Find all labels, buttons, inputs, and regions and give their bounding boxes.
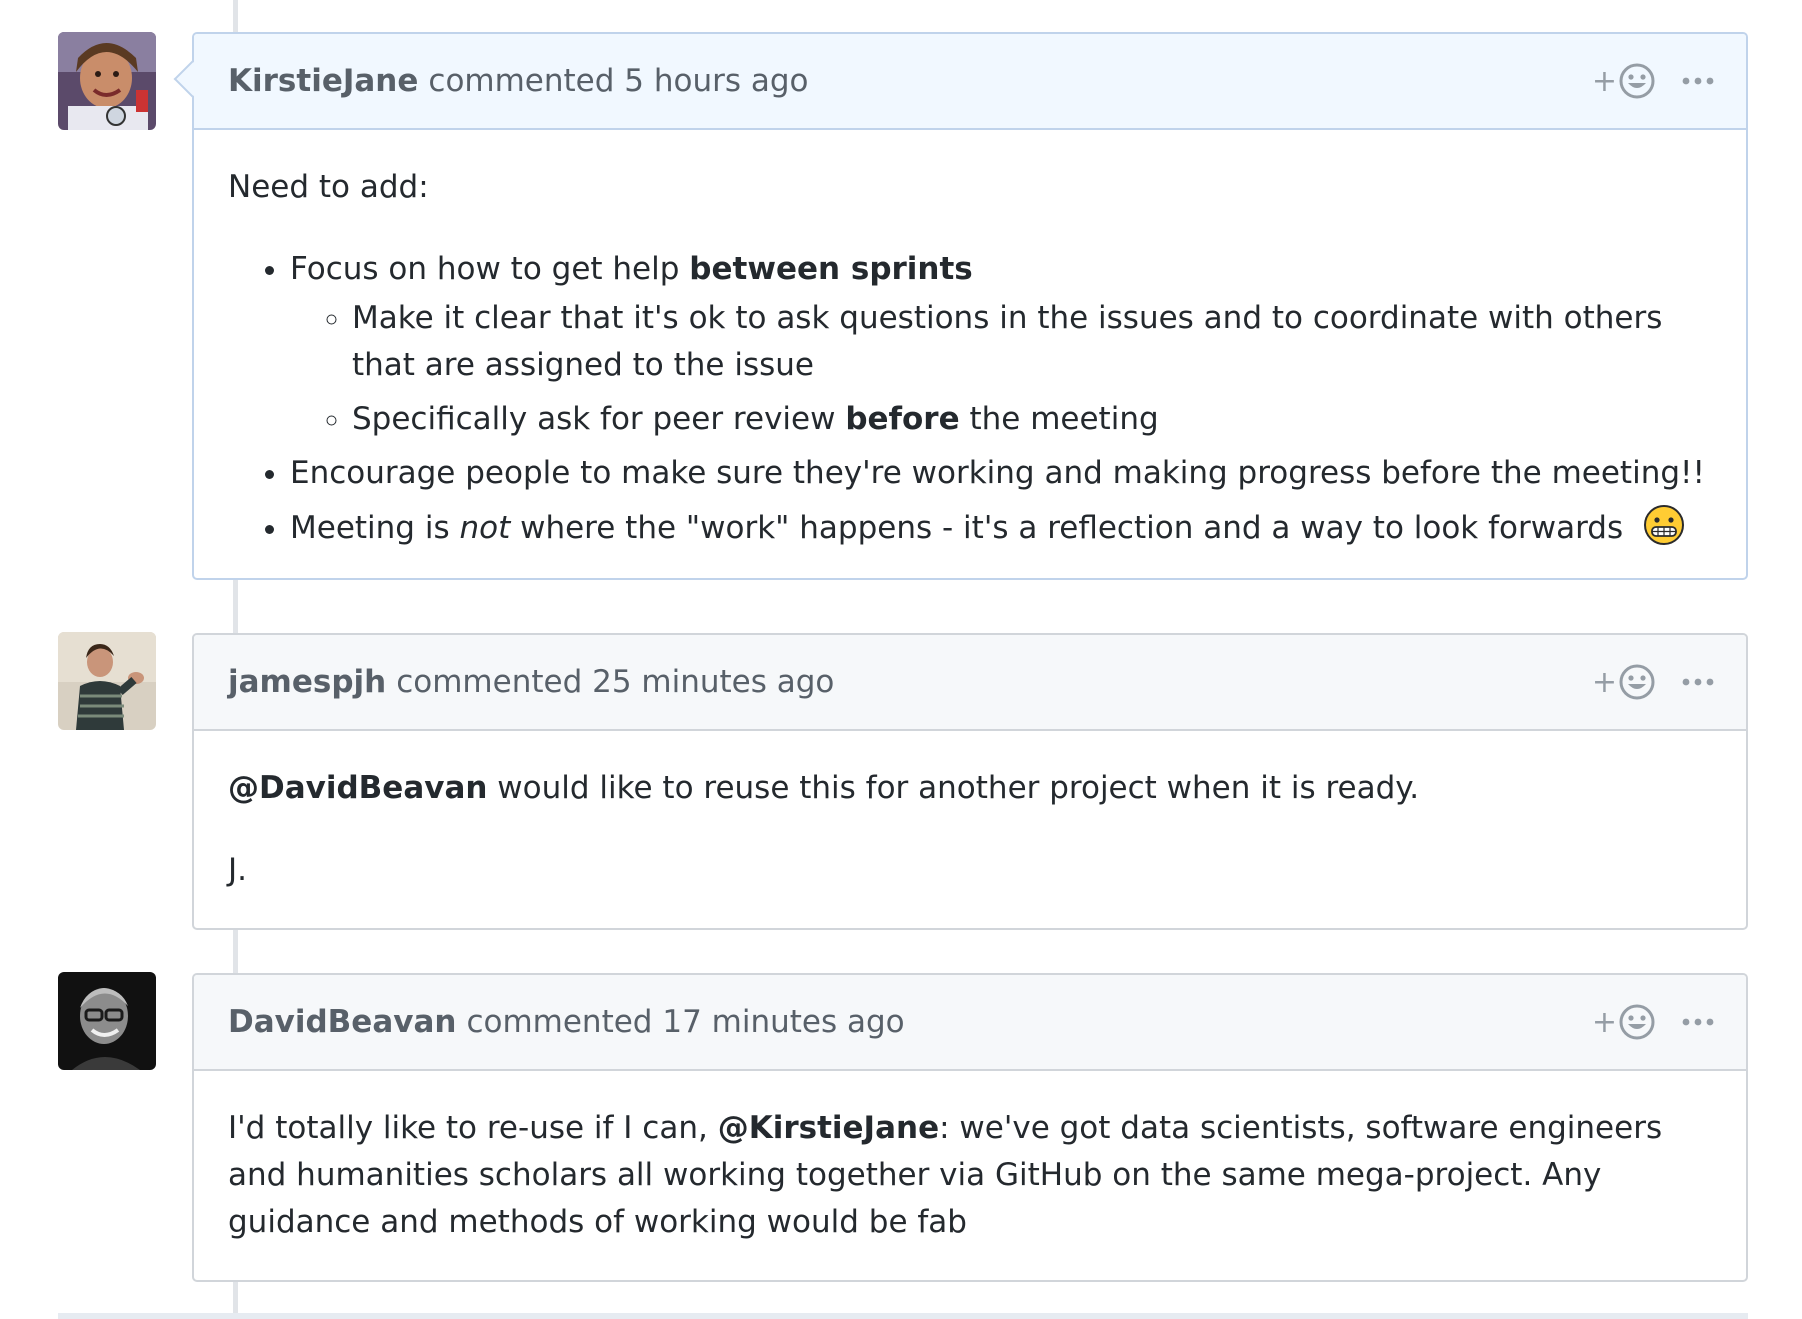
comment-timestamp[interactable]: 17 minutes ago [662,1004,904,1040]
add-reaction-button[interactable]: + [1592,1003,1656,1041]
comment-timestamp[interactable]: 25 minutes ago [592,664,834,700]
add-reaction-button[interactable]: + [1592,663,1656,701]
add-reaction-smiley-icon [1619,1004,1655,1040]
comment-author[interactable]: jamespjh [228,664,386,700]
comment-body: Need to add: Focus on how to get help be… [194,130,1746,589]
comment-action: commented [466,1004,653,1040]
comment-signoff: J. [228,852,247,888]
add-reaction-smiley-icon [1619,63,1655,99]
user-mention-link[interactable]: @DavidBeavan [228,770,487,806]
comment-header: jamespjh commented 25 minutes ago + [194,635,1746,731]
avatar-jamespjh[interactable] [58,632,156,730]
comment-body: @DavidBeavan would like to reuse this fo… [194,731,1746,924]
comment-body: I'd totally like to re-use if I can, @Ki… [228,1110,1663,1240]
comment-intro: Need to add: [228,169,429,205]
avatar-davidbeavan[interactable] [58,972,156,1070]
comment-header: DavidBeavan commented 17 minutes ago + [194,975,1746,1071]
comment-jamespjh: jamespjh commented 25 minutes ago + @Dav… [192,633,1748,930]
more-options-button[interactable] [1682,1017,1714,1027]
kebab-horizontal-icon [1682,678,1714,686]
comment-kirstiejane: KirstieJane commented 5 hours ago + Need… [173,32,1748,580]
timeline-bottom-divider [58,1313,1748,1319]
kebab-horizontal-icon [1682,1018,1714,1026]
add-reaction-button[interactable]: + [1592,62,1656,100]
user-mention-link[interactable]: @KirstieJane [718,1110,939,1146]
grimacing-emoji-icon [1643,505,1684,545]
list-item: Encourage people to make sure they're wo… [290,450,1706,497]
bullet-list: Focus on how to get help between sprints… [228,246,1706,552]
comment-action: commented [428,63,615,99]
kebab-horizontal-icon [1682,77,1714,85]
avatar-kirstiejane[interactable] [58,32,156,130]
sub-list: Make it clear that it's ok to ask questi… [290,295,1706,443]
list-item: Make it clear that it's ok to ask questi… [352,295,1706,389]
comment-header: KirstieJane commented 5 hours ago + [194,34,1746,130]
comment-action: commented [396,664,583,700]
comment-davidbeavan: DavidBeavan commented 17 minutes ago + I… [192,973,1748,1282]
plus-icon: + [1591,1004,1617,1040]
list-item: Focus on how to get help between sprints… [290,246,1706,443]
add-reaction-smiley-icon [1619,664,1655,700]
comment-author[interactable]: KirstieJane [228,63,418,99]
comment-timestamp[interactable]: 5 hours ago [624,63,808,99]
more-options-button[interactable] [1682,677,1714,687]
comment-author[interactable]: DavidBeavan [228,1004,456,1040]
list-item: Specifically ask for peer review before … [352,396,1706,443]
plus-icon: + [1591,664,1617,700]
plus-icon: + [1591,63,1617,99]
more-options-button[interactable] [1682,76,1714,86]
list-item: Meeting is not where the "work" happens … [290,504,1706,552]
